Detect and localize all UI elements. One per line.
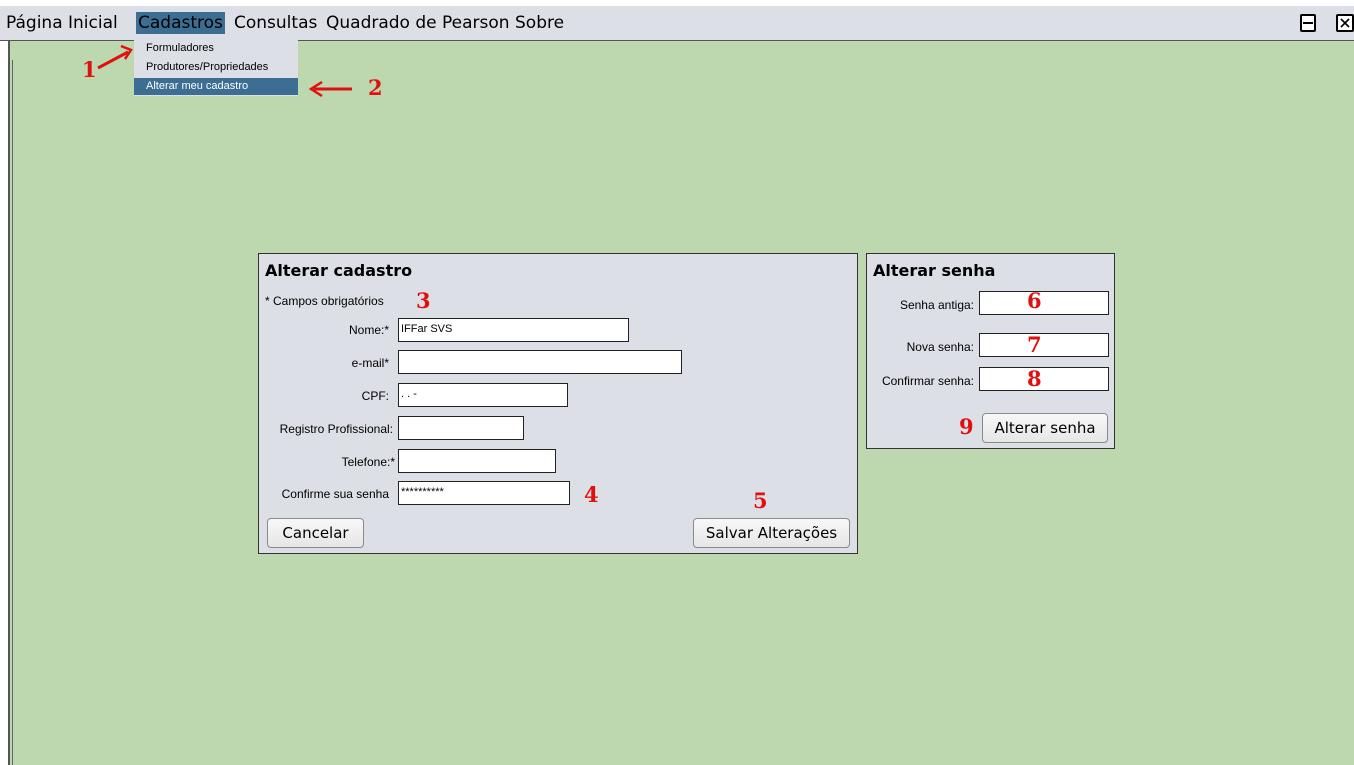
cpf-label: CPF: <box>361 389 389 403</box>
nova-senha-label: Nova senha: <box>906 340 974 354</box>
nova-senha-field[interactable] <box>979 333 1109 357</box>
required-note: * Campos obrigatórios <box>265 294 384 308</box>
confirmar-senha-label: Confirmar senha: <box>881 374 974 388</box>
annotation-6: 6 <box>1027 288 1042 313</box>
annotation-4: 4 <box>584 482 599 507</box>
nome-field[interactable]: IFFar SVS <box>398 318 629 342</box>
alterar-cadastro-panel: Alterar cadastro * Campos obrigatórios 3… <box>258 253 858 554</box>
annotation-9: 9 <box>959 414 974 439</box>
annotation-2: 2 <box>368 75 383 100</box>
confirmar-senha-field[interactable] <box>979 367 1109 391</box>
registro-label: Registro Profissional: <box>279 422 393 436</box>
annotation-8: 8 <box>1027 366 1042 391</box>
email-label: e-mail* <box>351 356 389 370</box>
email-field[interactable] <box>398 350 682 374</box>
confirme-senha-field[interactable]: ********** <box>398 481 570 505</box>
confirme-senha-label: Confirme sua senha <box>281 487 389 501</box>
annotation-3: 3 <box>416 288 431 313</box>
annotation-5: 5 <box>753 488 768 513</box>
panel-title: Alterar cadastro <box>265 261 413 280</box>
nome-label: Nome:* <box>348 323 389 337</box>
alterar-senha-panel: Alterar senha Senha antiga: 6 Nova senha… <box>866 253 1115 449</box>
telefone-label: Telefone:* <box>341 455 395 469</box>
registro-field[interactable] <box>398 416 524 440</box>
save-button[interactable]: Salvar Alterações <box>693 518 850 548</box>
annotation-7: 7 <box>1027 332 1042 357</box>
cpf-field[interactable]: . . - <box>398 383 568 407</box>
cancel-button[interactable]: Cancelar <box>267 518 364 548</box>
telefone-field[interactable] <box>398 449 556 473</box>
alterar-senha-button[interactable]: Alterar senha <box>982 413 1108 443</box>
senha-antiga-label: Senha antiga: <box>899 298 974 312</box>
senha-antiga-field[interactable] <box>979 291 1109 315</box>
annotation-1: 1 <box>82 57 97 82</box>
senha-panel-title: Alterar senha <box>873 261 996 280</box>
